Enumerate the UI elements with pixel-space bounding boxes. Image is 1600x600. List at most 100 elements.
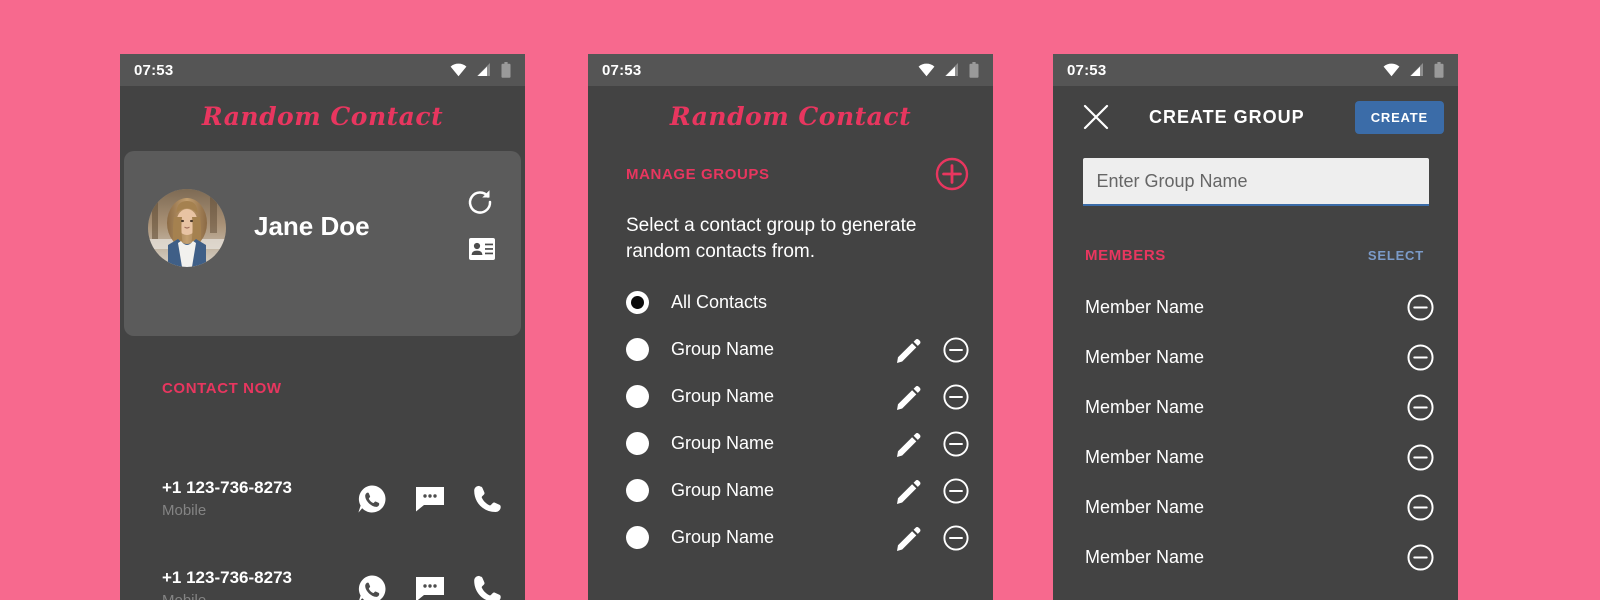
group-name: Group Name xyxy=(671,339,775,359)
edit-group-button[interactable] xyxy=(895,478,921,504)
whatsapp-icon xyxy=(358,575,386,600)
status-bar-icons xyxy=(1383,62,1444,78)
message-button[interactable] xyxy=(415,576,445,600)
group-radio[interactable] xyxy=(626,385,649,408)
add-group-button[interactable] xyxy=(935,157,969,191)
select-members-button[interactable]: SELECT xyxy=(1356,239,1436,272)
group-tools xyxy=(895,524,969,551)
status-bar: 07:53 xyxy=(1053,54,1458,86)
remove-group-button[interactable] xyxy=(943,477,969,504)
group-radio[interactable] xyxy=(626,338,649,361)
member-name: Member Name xyxy=(1085,446,1205,467)
member-name: Member Name xyxy=(1085,346,1205,367)
group-list-item[interactable]: Group Name xyxy=(588,467,993,514)
member-name: Member Name xyxy=(1085,546,1205,567)
contact-now-label: CONTACT NOW xyxy=(162,380,282,397)
remove-group-button[interactable] xyxy=(943,336,969,363)
minus-circle-icon xyxy=(943,524,969,551)
group-list-item[interactable]: All Contacts xyxy=(588,279,993,326)
remove-member-button[interactable] xyxy=(1407,393,1434,421)
group-name: Group Name xyxy=(671,386,775,406)
status-bar-time: 07:53 xyxy=(134,61,174,79)
contact-name: Jane Doe xyxy=(254,211,370,241)
edit-group-button[interactable] xyxy=(895,337,921,363)
refresh-icon xyxy=(468,190,492,214)
group-tools xyxy=(895,336,969,363)
member-name: Member Name xyxy=(1085,296,1205,317)
member-list-item[interactable]: Member Name xyxy=(1053,282,1458,332)
whatsapp-button[interactable] xyxy=(357,484,387,514)
group-name: Group Name xyxy=(671,480,775,500)
call-button[interactable] xyxy=(473,485,501,513)
group-list-item[interactable]: Group Name xyxy=(588,514,993,561)
status-bar-icons xyxy=(918,62,979,78)
minus-circle-icon xyxy=(943,383,969,410)
plus-circle-icon xyxy=(935,157,969,191)
remove-group-button[interactable] xyxy=(943,383,969,410)
members-header: MEMBERS SELECT xyxy=(1053,240,1458,270)
group-radio[interactable] xyxy=(626,432,649,455)
group-list: All Contacts Group Name Group Name Group… xyxy=(588,279,993,561)
signal-icon xyxy=(1410,63,1423,76)
message-button[interactable] xyxy=(415,486,445,512)
minus-circle-icon xyxy=(943,477,969,504)
remove-member-button[interactable] xyxy=(1407,443,1434,471)
status-bar-icons xyxy=(450,62,511,78)
remove-member-button[interactable] xyxy=(1407,493,1434,521)
member-list-item[interactable]: Member Name xyxy=(1053,382,1458,432)
minus-circle-icon xyxy=(1407,293,1434,321)
remove-member-button[interactable] xyxy=(1407,343,1434,371)
member-name: Member Name xyxy=(1085,396,1205,417)
member-list-item[interactable]: Member Name xyxy=(1053,482,1458,532)
status-bar: 07:53 xyxy=(120,54,525,86)
remove-group-button[interactable] xyxy=(943,524,969,551)
manage-groups-label: MANAGE GROUPS xyxy=(626,165,770,183)
group-name: All Contacts xyxy=(671,292,768,312)
group-list-item[interactable]: Group Name xyxy=(588,420,993,467)
signal-icon xyxy=(477,63,490,76)
close-button[interactable] xyxy=(1081,102,1111,132)
wifi-icon xyxy=(918,63,935,77)
group-radio[interactable] xyxy=(626,526,649,549)
call-icon xyxy=(474,485,501,512)
edit-group-button[interactable] xyxy=(895,431,921,457)
group-radio[interactable] xyxy=(626,291,649,314)
minus-circle-icon xyxy=(1407,543,1434,571)
group-list-item[interactable]: Group Name xyxy=(588,373,993,420)
whatsapp-button[interactable] xyxy=(357,574,387,600)
battery-icon xyxy=(969,62,979,78)
edit-pencil-icon xyxy=(897,479,921,504)
message-icon xyxy=(416,487,444,512)
page-title: CREATE GROUP xyxy=(1149,106,1305,127)
phone-number: +1 123-736-8273 xyxy=(162,478,292,497)
group-list-item[interactable]: Group Name xyxy=(588,326,993,373)
group-radio[interactable] xyxy=(626,479,649,502)
member-list-item[interactable]: Member Name xyxy=(1053,332,1458,382)
contact-card-icon xyxy=(469,238,495,260)
manage-groups-header: MANAGE GROUPS xyxy=(588,157,993,191)
contact-card-button[interactable] xyxy=(469,238,495,260)
remove-member-button[interactable] xyxy=(1407,293,1434,321)
minus-circle-icon xyxy=(943,430,969,457)
member-list-item[interactable]: Member Name xyxy=(1053,432,1458,482)
edit-pencil-icon xyxy=(897,385,921,410)
member-name: Member Name xyxy=(1085,496,1205,517)
remove-member-button[interactable] xyxy=(1407,543,1434,571)
refresh-button[interactable] xyxy=(465,187,495,217)
remove-group-button[interactable] xyxy=(943,430,969,457)
avatar xyxy=(148,189,226,267)
group-name-input[interactable] xyxy=(1082,158,1429,206)
phone-number-row: +1 123-736-8273 Mobile xyxy=(162,478,501,542)
status-bar-time: 07:53 xyxy=(602,61,642,79)
call-button[interactable] xyxy=(473,575,501,600)
edit-group-button[interactable] xyxy=(895,525,921,551)
create-button[interactable]: CREATE xyxy=(1354,100,1444,134)
phone-number-type: Mobile xyxy=(162,592,206,600)
status-bar-time: 07:53 xyxy=(1067,61,1107,79)
group-tools xyxy=(895,430,969,457)
edit-group-button[interactable] xyxy=(895,384,921,410)
create-group-toolbar: CREATE GROUP CREATE xyxy=(1053,86,1458,148)
wifi-icon xyxy=(1383,63,1400,77)
member-list-item[interactable]: Member Name xyxy=(1053,532,1458,582)
phone-screen-create-group: 07:53 CREATE GROUP CREATE Enter Group Na… xyxy=(1053,54,1458,600)
